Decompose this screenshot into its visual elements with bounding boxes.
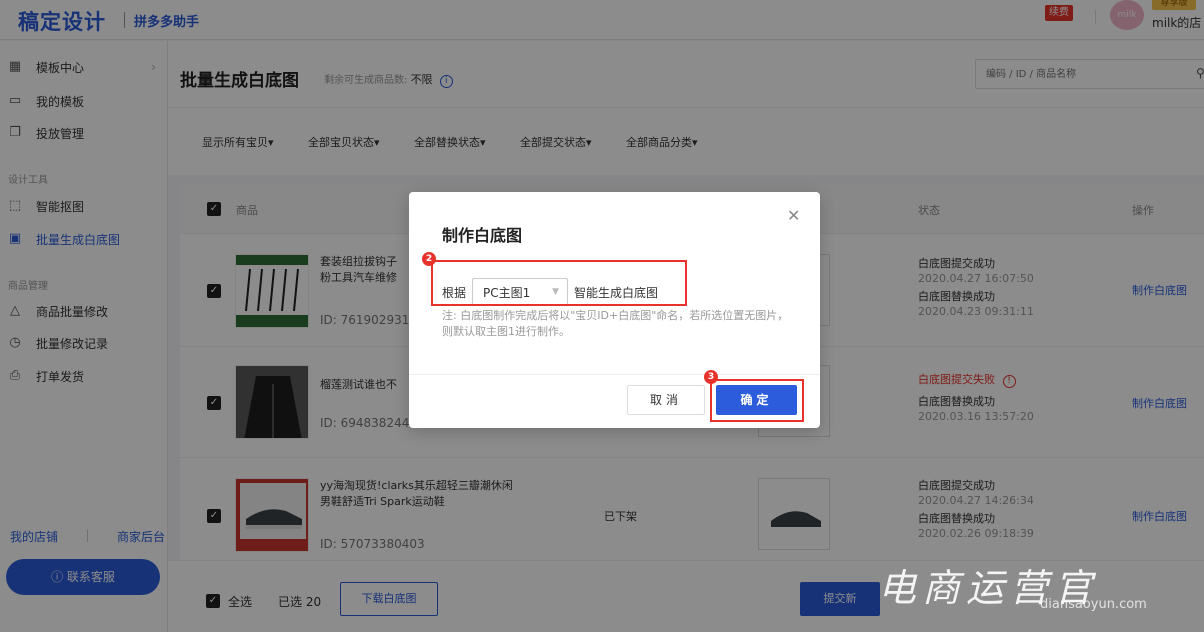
close-icon[interactable]: ✕ — [787, 206, 800, 225]
cancel-button[interactable]: 取消 — [627, 385, 705, 415]
dialog-divider — [409, 374, 820, 375]
step-badge-3: 3 — [704, 370, 718, 384]
watermark-sub: diansaoyun.com — [1040, 597, 1147, 612]
make-white-bg-dialog: 制作白底图 ✕ 根据 PC主图1 ▼ 智能生成白底图 注: 白底图制作完成后将以… — [409, 192, 820, 428]
highlight-box-confirm — [710, 379, 804, 422]
highlight-box-source — [431, 260, 687, 306]
step-badge-2: 2 — [422, 252, 436, 266]
watermark: 电商运营官 — [878, 566, 1099, 610]
dialog-note: 注: 白底图制作完成后将以"宝贝ID+白底图"命名，若所选位置无图片，则默认取主… — [442, 309, 789, 338]
dialog-title: 制作白底图 — [442, 226, 523, 245]
